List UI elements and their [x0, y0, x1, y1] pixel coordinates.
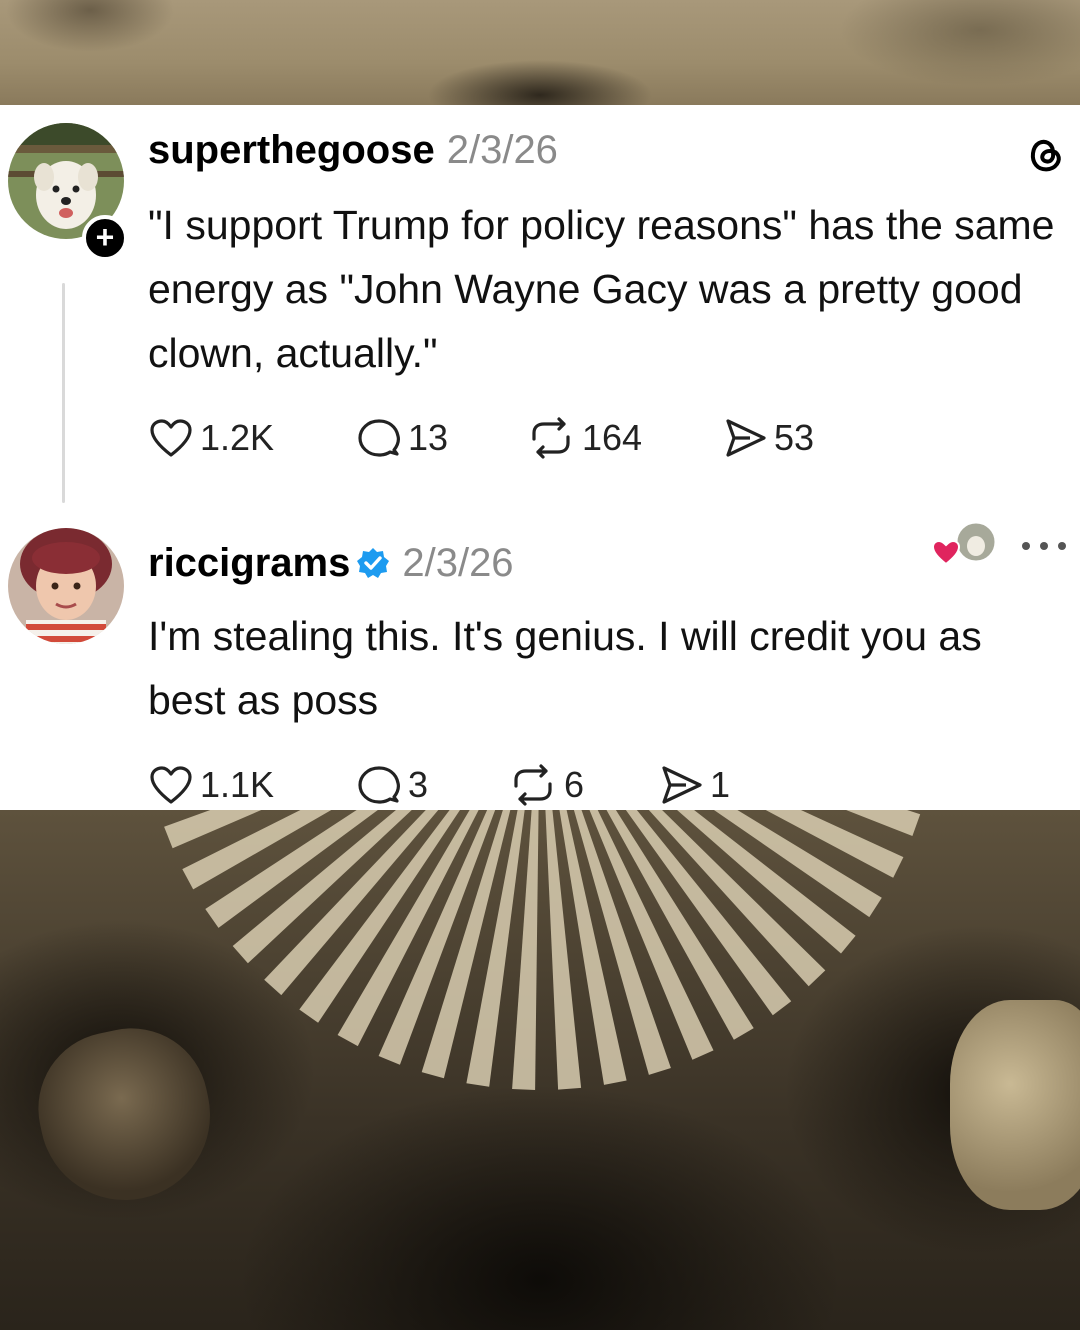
- heart-icon: [150, 419, 192, 457]
- follow-plus-button[interactable]: +: [82, 215, 128, 261]
- background-photo-top: [0, 0, 1080, 105]
- post-header: superthegoose 2/3/26: [148, 125, 558, 175]
- post-actions: 1.1K 3 6 1: [148, 764, 730, 806]
- clown-ruffle-collar: [164, 810, 921, 1090]
- share-count: 53: [774, 417, 815, 458]
- post-text: "I support Trump for policy reasons" has…: [148, 202, 1055, 376]
- threads-logo-icon[interactable]: [1020, 129, 1070, 179]
- more-options-icon[interactable]: [1018, 536, 1070, 556]
- heart-icon: [931, 539, 961, 566]
- send-icon: [726, 419, 766, 457]
- repost-count: 6: [564, 764, 585, 805]
- post-text: I'm stealing this. It's genius. I will c…: [148, 613, 982, 723]
- repost-count: 164: [582, 417, 643, 458]
- repost-button[interactable]: 6: [508, 764, 658, 806]
- repost-icon: [532, 417, 570, 459]
- repost-button[interactable]: 164: [526, 417, 722, 459]
- reply-count: 13: [408, 417, 449, 458]
- verified-badge-icon: [356, 546, 390, 580]
- like-count: 1.2K: [200, 417, 275, 458]
- post-date: 2/3/26: [446, 127, 558, 172]
- clown-shoe-right: [950, 1000, 1080, 1210]
- post-original: + superthegoose 2/3/26 "I support Trump …: [0, 105, 1080, 505]
- like-button[interactable]: 1.2K: [148, 417, 356, 459]
- post-header: riccigrams 2/3/26: [148, 538, 514, 588]
- reply-count: 3: [408, 764, 429, 805]
- share-button[interactable]: 1: [658, 764, 730, 806]
- post-date: 2/3/26: [402, 540, 514, 585]
- share-button[interactable]: 53: [722, 417, 814, 459]
- liked-by-author-indicator: [931, 520, 998, 566]
- username[interactable]: superthegoose: [148, 128, 435, 173]
- send-icon: [662, 766, 702, 804]
- comment-icon: [358, 766, 400, 804]
- child-avatar[interactable]: [8, 528, 124, 644]
- username[interactable]: riccigrams: [148, 541, 350, 586]
- repost-icon: [514, 764, 552, 806]
- post-actions: 1.2K 13 164 53: [148, 417, 814, 459]
- share-count: 1: [710, 764, 731, 805]
- thread-connector-line: [62, 283, 65, 503]
- heart-icon: [150, 766, 192, 804]
- reply-button[interactable]: 13: [356, 417, 526, 459]
- like-count: 1.1K: [200, 764, 275, 805]
- reply-button[interactable]: 3: [356, 764, 508, 806]
- threads-card: + superthegoose 2/3/26 "I support Trump …: [0, 105, 1080, 810]
- like-button[interactable]: 1.1K: [148, 764, 356, 806]
- comment-icon: [358, 419, 400, 457]
- post-reply: riccigrams 2/3/26 I'm stealing this. It'…: [0, 520, 1080, 810]
